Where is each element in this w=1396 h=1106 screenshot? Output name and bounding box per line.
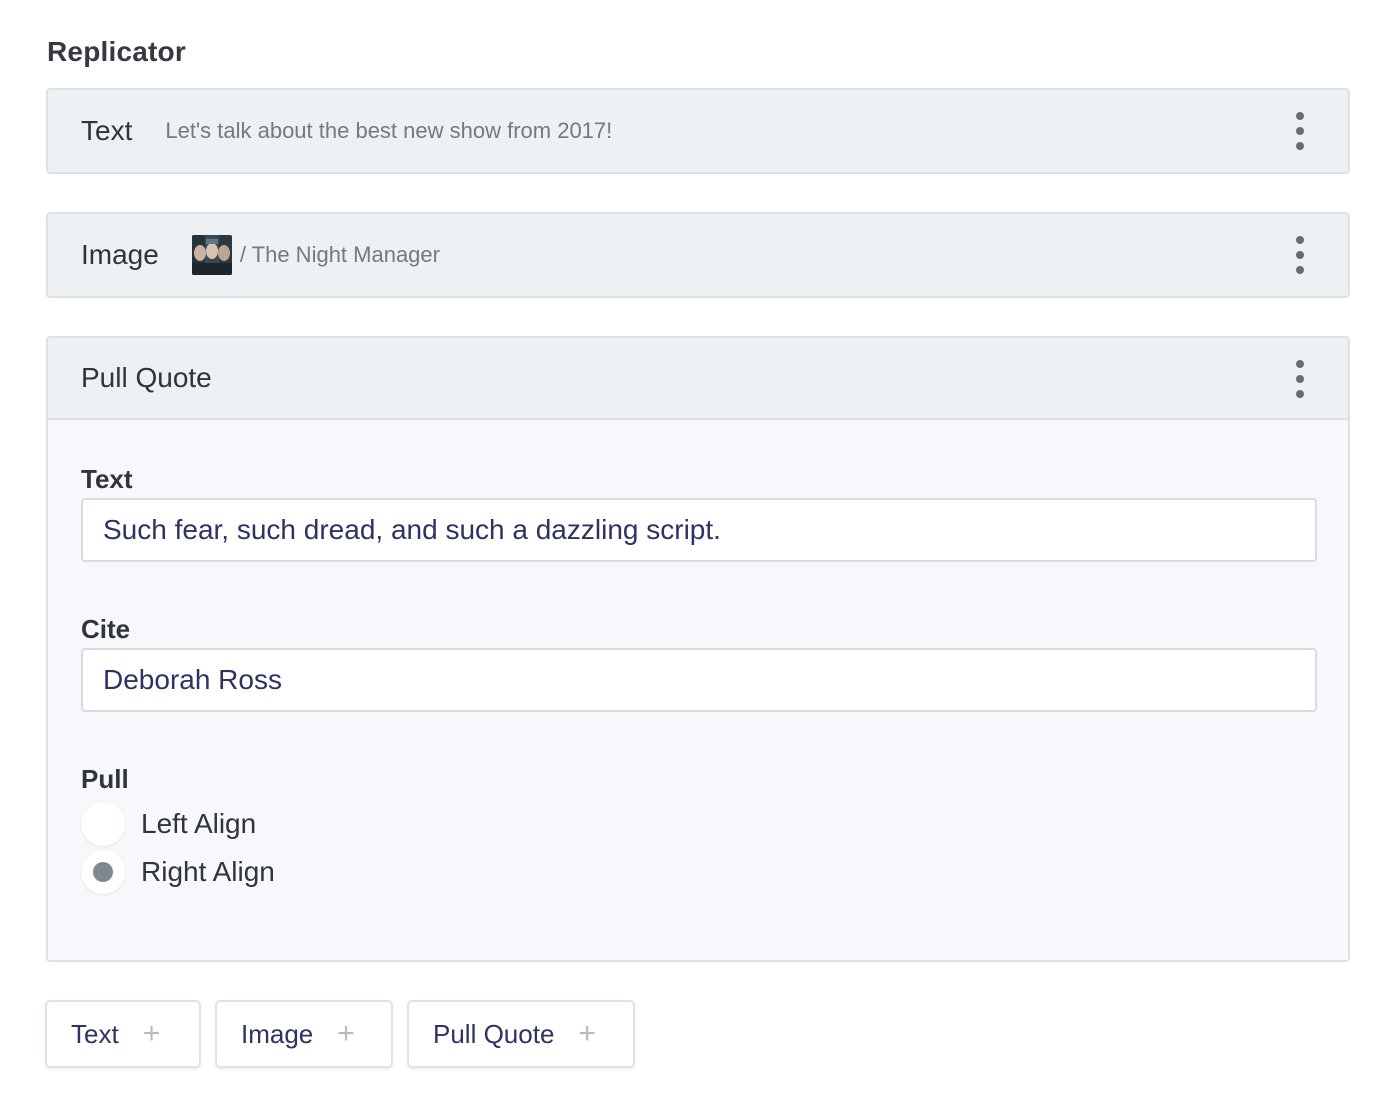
- set-text[interactable]: Text Let's talk about the best new show …: [46, 88, 1350, 174]
- pull-field-label: Pull: [81, 764, 129, 794]
- set-body: Text Cite Pull Left Align Right Align: [48, 420, 1348, 960]
- button-label: Image: [241, 1018, 314, 1049]
- radio-right-align[interactable]: Right Align: [81, 850, 275, 894]
- add-pull-quote-button[interactable]: Pull Quote +: [407, 1000, 635, 1068]
- set-header[interactable]: Image / The Night Manager: [48, 214, 1348, 296]
- set-image[interactable]: Image / The Night Manager: [46, 212, 1350, 298]
- more-options-icon[interactable]: [1294, 236, 1306, 274]
- text-field-label: Text: [81, 464, 133, 494]
- button-label: Text: [71, 1018, 119, 1049]
- set-name: Pull Quote: [81, 362, 212, 393]
- set-name: Image: [81, 239, 159, 270]
- cite-input[interactable]: [81, 648, 1317, 712]
- set-preview: Let's talk about the best new show from …: [165, 118, 613, 143]
- set-preview: / The Night Manager: [191, 235, 440, 275]
- replicator-title: Replicator: [47, 36, 186, 67]
- image-filename: / The Night Manager: [239, 242, 440, 267]
- radio-button[interactable]: [81, 802, 125, 846]
- add-text-button[interactable]: Text +: [45, 1000, 201, 1068]
- radio-dot-icon: [93, 862, 113, 882]
- set-header[interactable]: Text Let's talk about the best new show …: [48, 90, 1348, 172]
- plus-icon: +: [578, 1017, 596, 1050]
- radio-label: Left Align: [141, 808, 257, 839]
- cite-field-label: Cite: [81, 614, 131, 644]
- plus-icon: +: [337, 1017, 355, 1050]
- add-image-button[interactable]: Image +: [215, 1000, 393, 1068]
- more-options-icon[interactable]: [1294, 112, 1306, 150]
- plus-icon: +: [142, 1017, 161, 1050]
- radio-button-selected[interactable]: [81, 850, 125, 894]
- image-thumbnail: [191, 235, 232, 275]
- set-pull-quote[interactable]: Pull Quote Text Cite Pull Left Align Rig…: [46, 336, 1350, 962]
- set-header[interactable]: Pull Quote: [48, 338, 1348, 420]
- more-options-icon[interactable]: [1294, 360, 1306, 398]
- radio-label: Right Align: [141, 856, 275, 887]
- button-label: Pull Quote: [433, 1018, 555, 1049]
- radio-left-align[interactable]: Left Align: [81, 802, 256, 846]
- set-name: Text: [81, 115, 133, 146]
- quote-text-input[interactable]: [81, 498, 1317, 562]
